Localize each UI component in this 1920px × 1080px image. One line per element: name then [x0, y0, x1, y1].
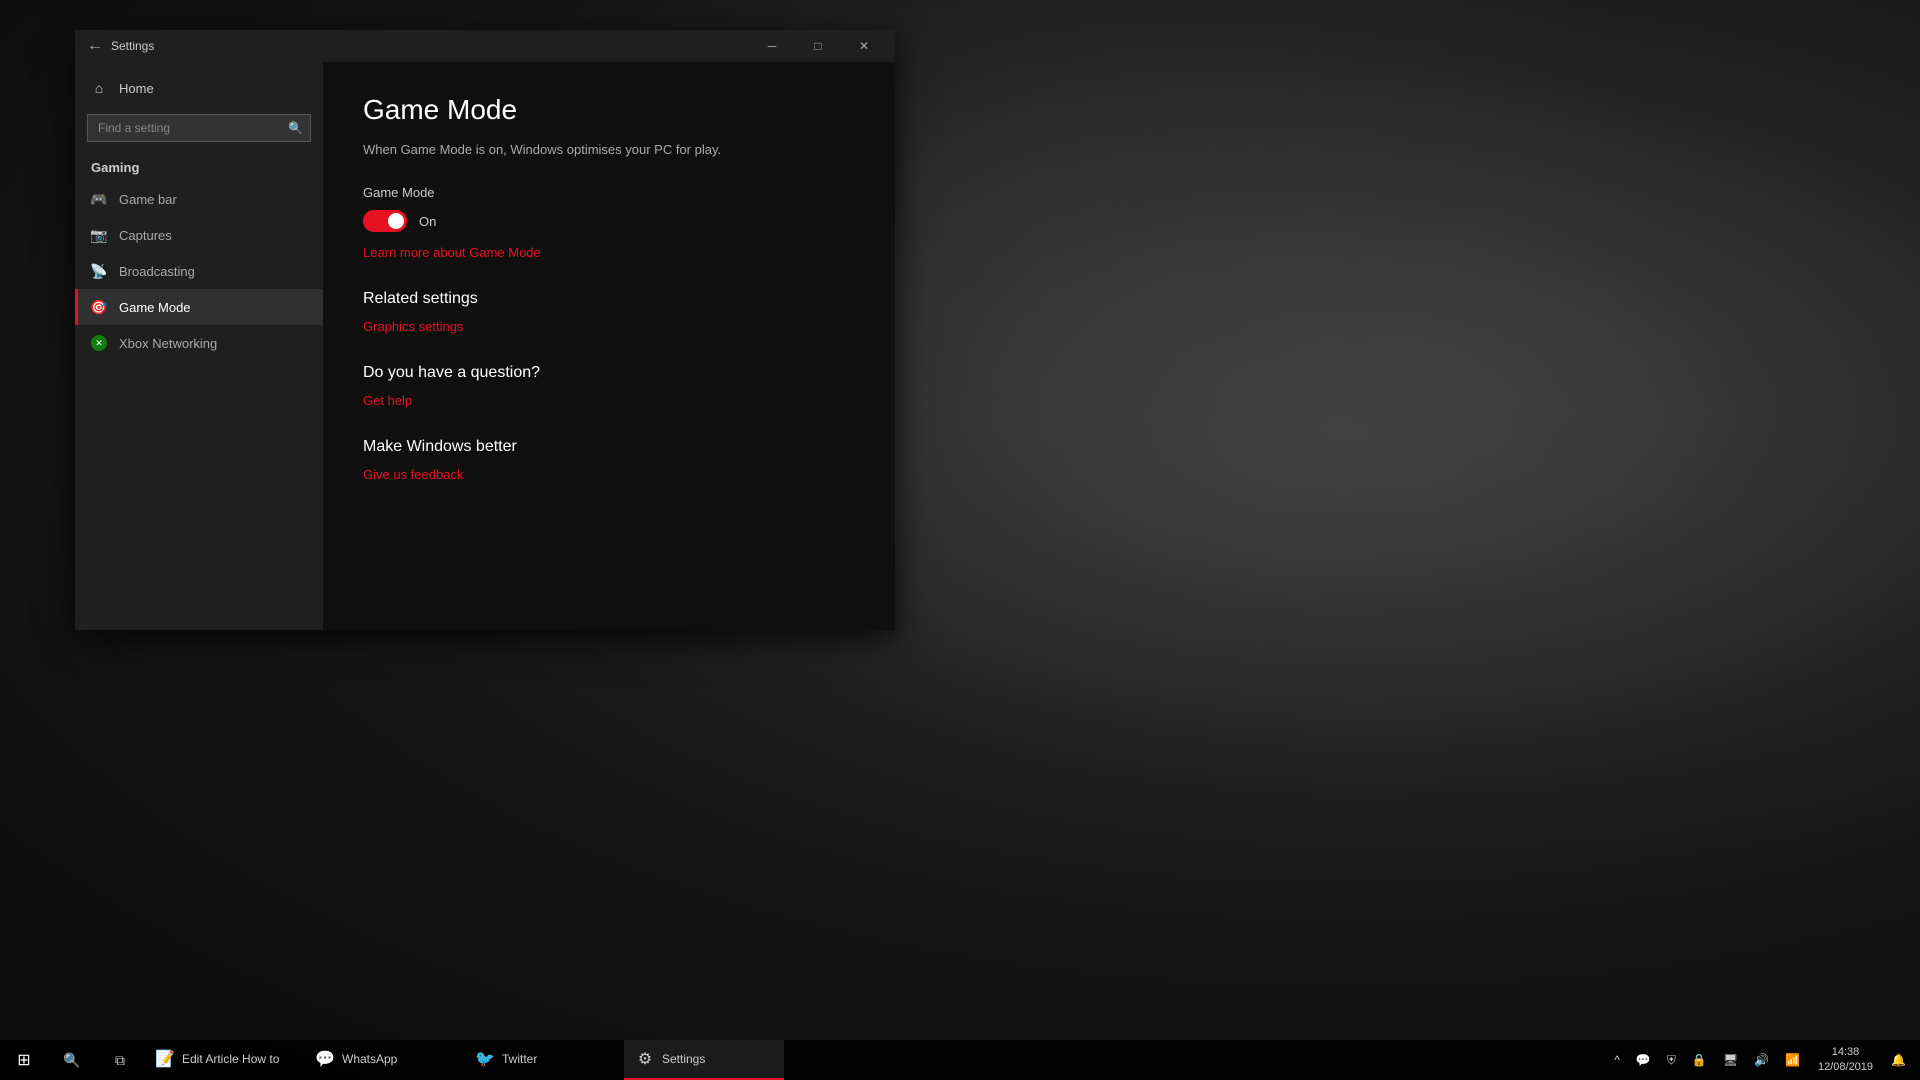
window-body: ⌂ Home 🔍 Gaming 🎮 Game bar 📷 Captures 📡 …	[75, 62, 895, 630]
display-icon[interactable]: 🖥	[1717, 1040, 1744, 1080]
taskbar-clock[interactable]: 14:38 12/08/2019	[1810, 1040, 1881, 1080]
xbox-icon: ✕	[91, 335, 107, 351]
sidebar: ⌂ Home 🔍 Gaming 🎮 Game bar 📷 Captures 📡 …	[75, 62, 323, 630]
title-bar-left: ← Settings	[87, 38, 154, 54]
taskbar-right: ^ 💬 ⛨ 🔒 🖥 🔊 📶 14:38 12/08/2019 🔔	[1608, 1040, 1920, 1080]
graphics-settings-link[interactable]: Graphics settings	[363, 319, 463, 334]
twitter-icon: 🐦	[476, 1050, 494, 1068]
toggle-section-label: Game Mode	[363, 185, 855, 200]
get-help-link[interactable]: Get help	[363, 393, 412, 408]
back-button[interactable]: ←	[87, 38, 103, 54]
captures-icon: 📷	[91, 227, 107, 243]
clock-time: 14:38	[1832, 1045, 1860, 1060]
sidebar-item-game-mode[interactable]: 🎯 Game Mode	[75, 289, 323, 325]
sidebar-item-label: Broadcasting	[119, 264, 195, 279]
close-button[interactable]: ✕	[841, 30, 887, 62]
taskbar-search-button[interactable]: 🔍	[48, 1040, 96, 1080]
game-mode-toggle[interactable]	[363, 210, 407, 232]
sidebar-item-label: Game Mode	[119, 300, 191, 315]
sidebar-item-label: Xbox Networking	[119, 336, 217, 351]
edit-article-icon: 📝	[156, 1050, 174, 1068]
chat-sys-icon[interactable]: 💬	[1630, 1040, 1657, 1080]
toggle-state-label: On	[419, 214, 436, 229]
task-view-button[interactable]: ⧉	[96, 1040, 144, 1080]
sidebar-item-label: Game bar	[119, 192, 177, 207]
broadcasting-icon: 📡	[91, 263, 107, 279]
sidebar-item-broadcasting[interactable]: 📡 Broadcasting	[75, 253, 323, 289]
search-input[interactable]	[87, 114, 311, 142]
minimize-button[interactable]: ─	[749, 30, 795, 62]
search-icon: 🔍	[288, 121, 303, 135]
home-label: Home	[119, 81, 154, 96]
toggle-knob	[388, 213, 404, 229]
home-icon: ⌂	[91, 80, 107, 96]
window-title: Settings	[111, 39, 154, 53]
game-mode-toggle-row: On	[363, 210, 855, 232]
twitter-label: Twitter	[502, 1052, 537, 1066]
page-subtitle: When Game Mode is on, Windows optimises …	[363, 142, 855, 157]
edit-article-label: Edit Article How to	[182, 1052, 279, 1066]
game-bar-icon: 🎮	[91, 191, 107, 207]
taskbar: ⊞ 🔍 ⧉ 📝 Edit Article How to 💬 WhatsApp 🐦…	[0, 1040, 1920, 1080]
taskbar-apps: 📝 Edit Article How to 💬 WhatsApp 🐦 Twitt…	[144, 1040, 1608, 1080]
maximize-button[interactable]: □	[795, 30, 841, 62]
learn-more-link[interactable]: Learn more about Game Mode	[363, 245, 541, 260]
taskbar-app-twitter[interactable]: 🐦 Twitter	[464, 1040, 624, 1080]
start-button[interactable]: ⊞	[0, 1040, 48, 1080]
notification-chevron[interactable]: ^	[1608, 1040, 1626, 1080]
network-icon[interactable]: 📶	[1779, 1040, 1806, 1080]
sidebar-item-label: Captures	[119, 228, 172, 243]
notification-bell[interactable]: 🔔	[1885, 1040, 1912, 1080]
title-bar-controls: ─ □ ✕	[749, 30, 887, 62]
sidebar-home[interactable]: ⌂ Home	[75, 70, 323, 106]
clock-date: 12/08/2019	[1818, 1060, 1873, 1075]
sidebar-item-xbox-networking[interactable]: ✕ Xbox Networking	[75, 325, 323, 361]
sidebar-section-title: Gaming	[75, 150, 323, 181]
shield-icon[interactable]: ⛨	[1661, 1040, 1682, 1080]
game-mode-icon: 🎯	[91, 299, 107, 315]
sidebar-search-container: 🔍	[87, 114, 311, 142]
main-content: Game Mode When Game Mode is on, Windows …	[323, 62, 895, 630]
sidebar-item-game-bar[interactable]: 🎮 Game bar	[75, 181, 323, 217]
whatsapp-label: WhatsApp	[342, 1052, 397, 1066]
sidebar-item-captures[interactable]: 📷 Captures	[75, 217, 323, 253]
settings-icon: ⚙	[636, 1050, 654, 1068]
taskbar-app-settings[interactable]: ⚙ Settings	[624, 1040, 784, 1080]
settings-window: ← Settings ─ □ ✕ ⌂ Home 🔍 Gaming 🎮 Game …	[75, 30, 895, 630]
related-settings-heading: Related settings	[363, 290, 855, 308]
taskbar-app-whatsapp[interactable]: 💬 WhatsApp	[304, 1040, 464, 1080]
feedback-link[interactable]: Give us feedback	[363, 467, 463, 482]
lock-icon[interactable]: 🔒	[1686, 1040, 1713, 1080]
settings-label: Settings	[662, 1052, 705, 1066]
make-better-heading: Make Windows better	[363, 438, 855, 456]
whatsapp-icon: 💬	[316, 1050, 334, 1068]
page-title: Game Mode	[363, 94, 855, 126]
taskbar-app-edit-article[interactable]: 📝 Edit Article How to	[144, 1040, 304, 1080]
question-heading: Do you have a question?	[363, 364, 855, 382]
volume-icon[interactable]: 🔊	[1748, 1040, 1775, 1080]
title-bar: ← Settings ─ □ ✕	[75, 30, 895, 62]
